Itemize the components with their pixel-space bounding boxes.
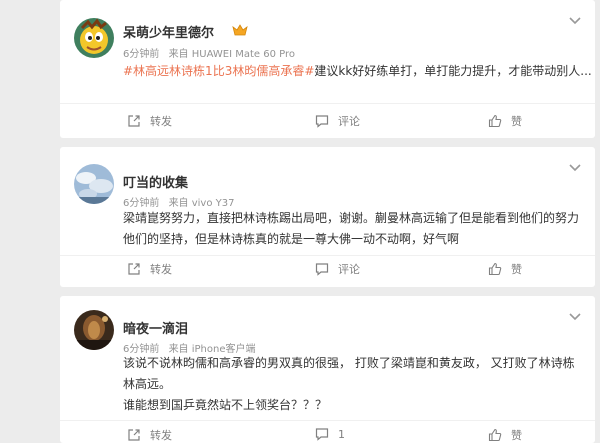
post-text-line: 该说不说林昀儒和高承睿的男双真的很强， 打败了梁靖崑和黄友政， 又打败了林诗栋 <box>123 356 575 370</box>
divider <box>60 255 595 256</box>
like-label: 赞 <box>511 115 522 128</box>
repost-icon <box>128 263 140 275</box>
thumbs-up-icon <box>488 428 502 442</box>
comment-label: 评论 <box>338 115 360 128</box>
post-text: 建议kk好好练单打，单打能力提升，才能带动别人... <box>314 64 592 78</box>
user-name[interactable]: 呆萌少年里德尔 <box>123 22 214 41</box>
post-text-line: 梁靖崑努努力，直接把林诗栋踢出局吧，谢谢。蒯曼林高远输了但是能看到他们的努力 <box>123 211 580 225</box>
chevron-down-icon[interactable] <box>569 164 581 172</box>
post-text-line: 谁能想到国乒竟然站不上领奖台？？？ <box>123 398 328 412</box>
chevron-down-icon[interactable] <box>569 313 581 321</box>
like-button[interactable]: 赞 <box>488 261 522 277</box>
comment-label: 评论 <box>338 263 360 276</box>
user-avatar[interactable] <box>74 18 114 58</box>
comment-icon <box>315 115 329 128</box>
post-source: 来自 HUAWEI Mate 60 Pro <box>168 49 295 60</box>
like-label: 赞 <box>511 263 522 276</box>
hashtag-link[interactable]: #林高远林诗栋1比3林昀儒高承睿# <box>123 64 314 78</box>
user-name[interactable]: 暗夜一滴泪 <box>123 318 188 337</box>
user-name[interactable]: 叮当的收集 <box>123 172 188 191</box>
user-avatar[interactable] <box>74 310 114 350</box>
post-body: #林高远林诗栋1比3林昀儒高承睿#建议kk好好练单打，单打能力提升，才能带动别人… <box>123 61 592 82</box>
user-avatar[interactable] <box>74 164 114 204</box>
divider <box>60 103 595 104</box>
repost-icon <box>128 115 140 127</box>
comment-button[interactable]: 评论 <box>315 113 360 129</box>
thumbs-up-icon <box>488 114 502 128</box>
repost-button[interactable]: 转发 <box>127 113 172 129</box>
post-body: 梁靖崑努努力，直接把林诗栋踢出局吧，谢谢。蒯曼林高远输了但是能看到他们的努力 他… <box>123 208 583 250</box>
repost-label: 转发 <box>150 263 172 276</box>
post-time: 6分钟前 <box>123 49 160 60</box>
comment-card: 呆萌少年里德尔 6分钟前 来自 HUAWEI Mate 60 Pro #林高远林… <box>60 0 595 138</box>
repost-icon <box>128 429 140 441</box>
comment-icon <box>315 263 329 276</box>
like-button[interactable]: 赞 <box>488 427 522 443</box>
comment-icon <box>315 428 329 441</box>
chevron-down-icon[interactable] <box>569 17 581 25</box>
post-body: 该说不说林昀儒和高承睿的男双真的很强， 打败了梁靖崑和黄友政， 又打败了林诗栋 … <box>123 353 583 416</box>
member-badge-icon <box>232 24 248 36</box>
like-label: 赞 <box>511 429 522 442</box>
repost-label: 转发 <box>150 115 172 128</box>
comment-button[interactable]: 1 <box>315 427 345 441</box>
thumbs-up-icon <box>488 262 502 276</box>
repost-button[interactable]: 转发 <box>127 261 172 277</box>
like-button[interactable]: 赞 <box>488 113 522 129</box>
comment-feed: 呆萌少年里德尔 6分钟前 来自 HUAWEI Mate 60 Pro #林高远林… <box>0 0 600 443</box>
comment-card: 叮当的收集 6分钟前 来自 vivo Y37 梁靖崑努努力，直接把林诗栋踢出局吧… <box>60 147 595 287</box>
repost-label: 转发 <box>150 429 172 442</box>
comment-card: 暗夜一滴泪 6分钟前 来自 iPhone客户端 该说不说林昀儒和高承睿的男双真的… <box>60 296 595 443</box>
divider <box>60 420 595 421</box>
post-text-line: 他们的坚持，但是林诗栋真的就是一尊大佛一动不动啊，好气啊 <box>123 232 460 246</box>
repost-button[interactable]: 转发 <box>127 427 172 443</box>
comment-count: 1 <box>338 427 345 441</box>
post-meta: 6分钟前 来自 vivo Y37 <box>123 194 241 209</box>
comment-button[interactable]: 评论 <box>315 261 360 277</box>
post-text-line: 林高远。 <box>123 377 172 391</box>
post-meta: 6分钟前 来自 HUAWEI Mate 60 Pro <box>123 45 301 60</box>
